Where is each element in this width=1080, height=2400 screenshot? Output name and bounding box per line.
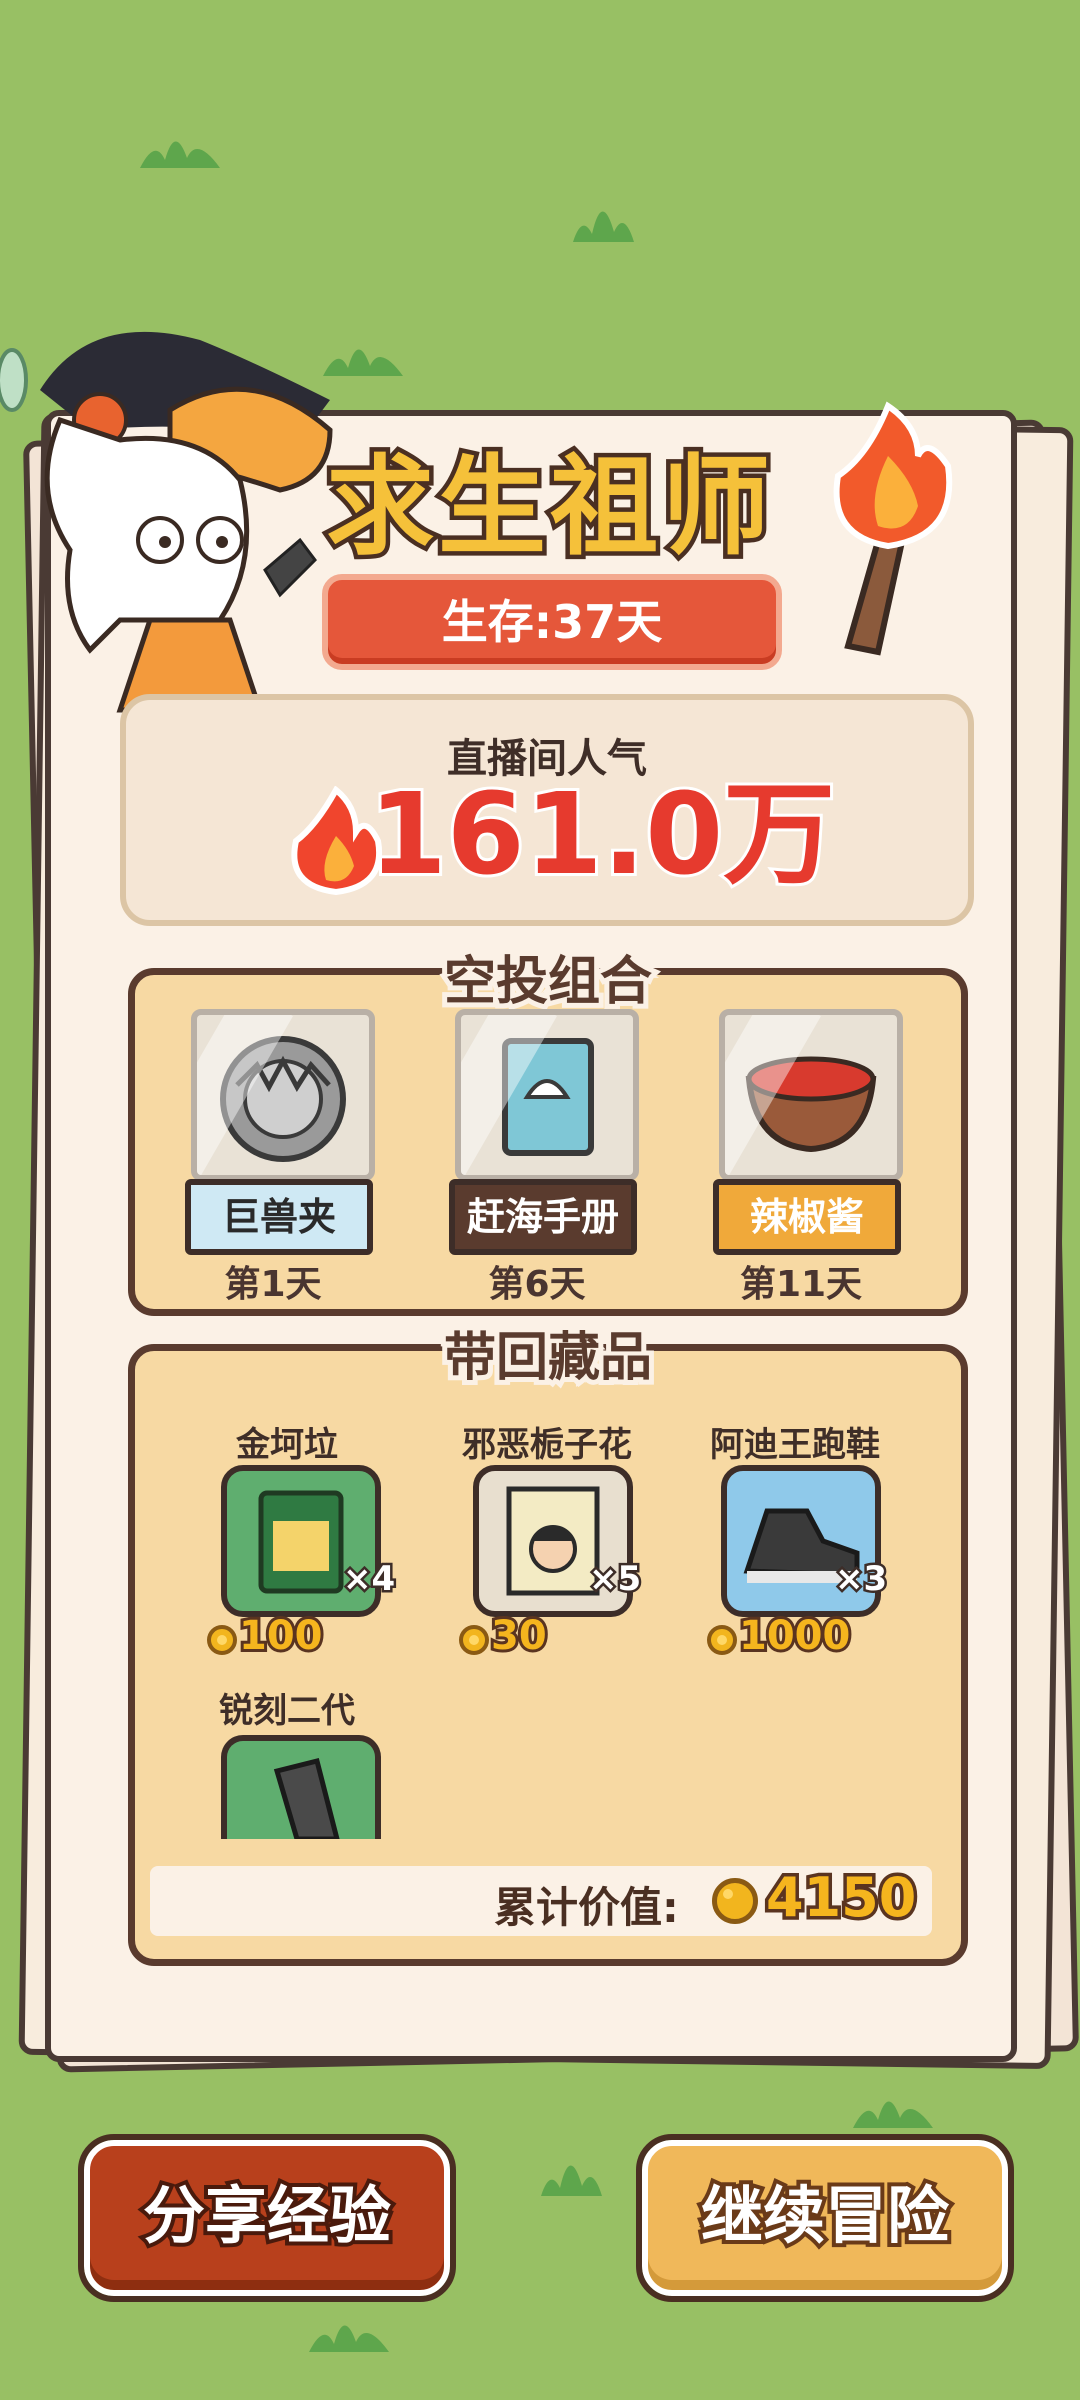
airdrop-item-1-day: 第1天 [224,1264,322,1305]
airdrop-item-1-frame[interactable] [191,1009,375,1181]
game-title: 求生祖师 [321,441,774,575]
popularity-box: 直播间人气 161.0万 [120,694,974,926]
survival-days-badge: 生存:37天 [322,574,782,670]
airdrop-section: 空投组合 巨兽夹 第1天 赶海手册 第6天 辣椒酱 第11天 [128,947,968,1316]
beast-trap-icon [220,1036,346,1162]
coin-icon [712,1878,758,1924]
airdrop-item-3-label: 辣椒酱 [713,1179,901,1255]
grass-decoration [853,2101,933,2128]
collectible-3-qty: ×3 [832,1557,889,1602]
collection-section-title: 带回藏品 [439,1323,657,1393]
coin-icon [459,1625,489,1655]
collectible-3-name: 阿迪王跑鞋 [710,1425,880,1465]
airdrop-item-2-label: 赶海手册 [449,1179,637,1255]
collectible-1-qty: ×4 [340,1557,397,1602]
chili-sauce-icon [745,1056,877,1153]
collectible-1-name: 金坷垃 [236,1425,338,1465]
collectible-4-name: 锐刻二代 [219,1691,355,1731]
airdrop-item-3-day: 第11天 [739,1264,863,1305]
vape-icon [273,1757,340,1839]
collectible-2-name: 邪恶栀子花 [462,1425,632,1465]
popularity-value: 161.0万 [366,767,838,903]
coin-icon [207,1625,237,1655]
grass-decoration [309,2325,389,2352]
continue-adventure-button[interactable]: 继续冒险 [636,2134,1014,2302]
share-experience-button[interactable]: 分享经验 [78,2134,456,2302]
airdrop-item-1-label: 巨兽夹 [185,1179,373,1255]
total-value-amount: 4150 [762,1863,919,1933]
beach-manual-icon [502,1038,594,1156]
collectible-2-price: 30 [488,1610,550,1662]
collectible-3-price: 1000 [736,1610,853,1662]
airdrop-item-2-day: 第6天 [488,1264,586,1305]
airdrop-item-2-frame[interactable] [455,1009,639,1181]
airdrop-item-3-frame[interactable] [719,1009,903,1181]
collectible-2-qty: ×5 [586,1557,643,1602]
total-value-bar: 累计价值: 4150 [150,1863,932,1936]
collectible-1-price: 100 [236,1610,325,1662]
airdrop-section-title: 空投组合 [439,947,657,1017]
grass-decoration [573,211,634,242]
torch-icon [833,401,953,656]
grass-decoration [541,2165,602,2196]
coin-icon [707,1625,737,1655]
total-value-label: 累计价值: [494,1883,679,1932]
collectible-4-frame[interactable] [221,1735,381,1839]
grass-decoration [140,141,220,168]
